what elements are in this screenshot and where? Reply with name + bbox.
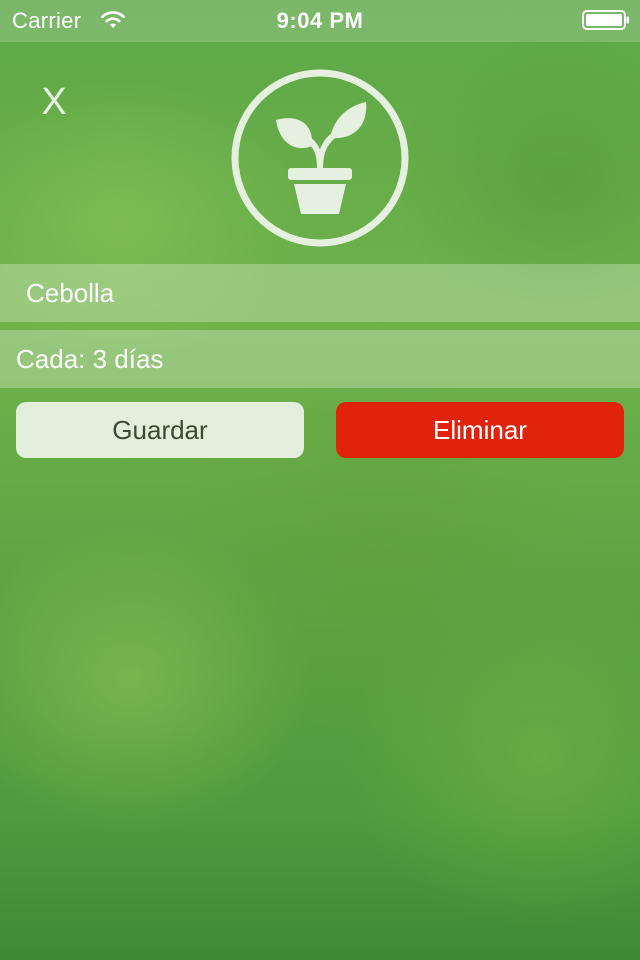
status-time: 9:04 PM — [276, 8, 364, 33]
close-button[interactable]: X — [34, 80, 74, 124]
save-button[interactable]: Guardar — [16, 402, 304, 458]
status-bar: Carrier 9:04 PM — [0, 0, 640, 42]
delete-button[interactable]: Eliminar — [336, 402, 624, 458]
plant-name-field[interactable]: Cebolla — [0, 264, 640, 322]
watering-frequency-field[interactable]: Cada: 3 días — [0, 330, 640, 388]
plant-icon — [231, 69, 409, 247]
battery-icon — [582, 10, 629, 30]
